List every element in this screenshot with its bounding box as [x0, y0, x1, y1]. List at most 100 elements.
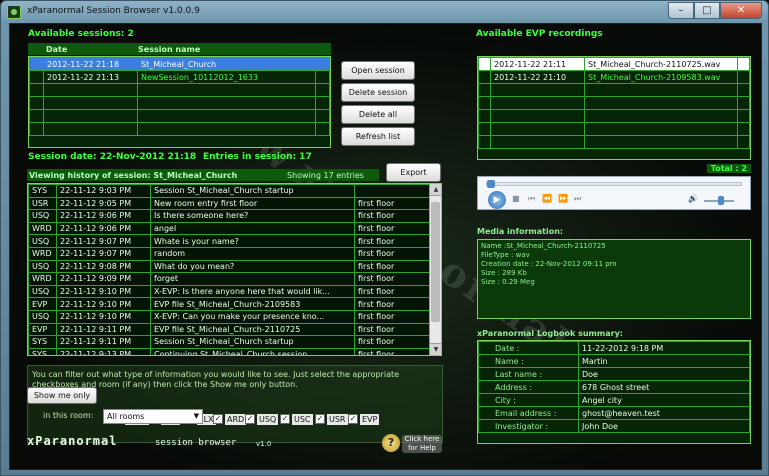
table-row[interactable]: [478, 122, 750, 136]
media-info-line: Size : 289 Kb: [481, 269, 527, 277]
room-select[interactable]: All rooms ▼: [103, 409, 203, 424]
scroll-up-icon[interactable]: ▲: [430, 184, 441, 196]
history-row[interactable]: SYS 22-11-12 9:13 PM Continuing St_Micheal…: [28, 347, 430, 355]
help-button[interactable]: ? Click here for Help: [382, 433, 442, 455]
filter-checkbox-usc[interactable]: ✓ USC: [280, 413, 313, 425]
history-text-cell: X-EVP: Can you make your presence kno...: [150, 309, 355, 324]
stop-icon[interactable]: ■: [512, 194, 520, 203]
history-row[interactable]: USQ 22-11-12 9:10 PM X-EVP: Can you make y…: [28, 309, 430, 324]
previous-icon[interactable]: ⏮: [528, 194, 535, 204]
logbook-value-cell: 11-22-2012 9:18 PM: [578, 341, 750, 355]
row-end: [737, 96, 750, 110]
table-row[interactable]: 2012-11-22 21:18 St_Micheal_Church: [29, 57, 330, 71]
checkbox-check-icon: ✓: [348, 414, 358, 424]
volume-icon[interactable]: 🔊: [688, 194, 698, 203]
logbook-table: Date :11-22-2012 9:18 PM Name : Martin Last…: [478, 341, 750, 433]
table-row[interactable]: [478, 83, 750, 97]
help-label: Click here for Help: [402, 435, 442, 453]
history-row[interactable]: USQ 22-11-12 9:08 PM What do you mean? firs…: [28, 259, 430, 274]
filter-checkbox-ard[interactable]: ✓ ARD: [213, 413, 247, 425]
refresh-list-button[interactable]: Refresh list: [341, 127, 415, 146]
show-me-only-button[interactable]: Show me only: [27, 387, 97, 404]
history-room-cell: first floor: [354, 272, 430, 286]
table-row[interactable]: [29, 122, 330, 136]
logbook-row: Investigator : John Doe: [478, 419, 750, 433]
sessions-column-headers: Date Session name: [28, 43, 331, 55]
history-row[interactable]: SYS 22-11-12 9:03 PM Session St_Micheal_Ch…: [28, 184, 430, 198]
row-end: [315, 83, 330, 97]
history-text-cell: Is there someone here?: [150, 209, 355, 223]
open-session-button[interactable]: Open session: [341, 61, 415, 80]
session-entries-label: Entries in session: 17: [203, 152, 312, 162]
filter-checkbox-usr[interactable]: ✓ USR: [315, 413, 348, 425]
history-row[interactable]: WRD 22-11-12 9:06 PM angel first floor: [28, 221, 430, 236]
table-row[interactable]: 2012-11-22 21:11 St_Micheal_Church-211072…: [478, 57, 750, 71]
table-row[interactable]: [478, 135, 750, 149]
maximize-button[interactable]: □: [694, 2, 720, 19]
delete-session-button[interactable]: Delete session: [341, 83, 415, 102]
history-type-cell: EVP: [28, 322, 57, 337]
history-row[interactable]: USQ 22-11-12 9:10 PM X-EVP: Is there anyon…: [28, 284, 430, 299]
sessions-list[interactable]: 2012-11-22 21:18 St_Micheal_Church 2012-11…: [28, 56, 331, 148]
logbook-row: Name : Martin: [478, 354, 750, 368]
evp-header: Available EVP recordings: [476, 29, 603, 39]
rewind-icon[interactable]: ⏪: [542, 194, 552, 203]
logbook-row: Address :678 Ghost street: [478, 380, 750, 394]
row-end: [315, 122, 330, 136]
filter-checkbox-usq[interactable]: ✓ USQ: [245, 413, 279, 425]
evp-list[interactable]: 2012-11-22 21:11 St_Micheal_Church-211072…: [477, 56, 751, 160]
table-row[interactable]: [29, 83, 330, 97]
seek-knob[interactable]: [487, 180, 495, 188]
title-bar[interactable]: xParanormal Session Browser v1.0.0.9 – □…: [1, 1, 768, 23]
seek-bar[interactable]: [486, 182, 742, 186]
history-time-cell: 22-11-12 9:07 PM: [56, 234, 151, 248]
history-time-cell: 22-11-12 9:06 PM: [56, 221, 151, 236]
session-date-cell: [43, 109, 138, 123]
history-text-cell: Session St_Micheal_Church startup: [150, 335, 355, 349]
logbook-value-cell: ghost@heaven.test: [578, 406, 750, 420]
history-list[interactable]: SYS 22-11-12 9:03 PM Session St_Micheal_Ch…: [27, 183, 442, 356]
table-row[interactable]: [478, 109, 750, 123]
table-row[interactable]: [29, 96, 330, 110]
sessions-header: Available sessions: 2: [28, 29, 134, 39]
table-row[interactable]: [29, 109, 330, 123]
evp-table: 2012-11-22 21:11 St_Micheal_Church-211072…: [478, 57, 750, 149]
room-select-value: All rooms: [107, 412, 145, 421]
history-row[interactable]: EVP 22-11-12 9:10 PM EVP file St_Micheal_C…: [28, 297, 430, 311]
history-scrollbar[interactable]: ▲ ▼: [429, 184, 441, 355]
history-row[interactable]: SYS 22-11-12 9:11 PM Session St_Micheal_Ch…: [28, 335, 430, 349]
history-row[interactable]: WRD 22-11-12 9:07 PM random first floor: [28, 246, 430, 261]
history-row[interactable]: USQ 22-11-12 9:06 PM Is there someone here…: [28, 209, 430, 223]
column-date[interactable]: Date: [28, 45, 118, 54]
play-icon[interactable]: ▶: [488, 191, 506, 209]
scroll-down-icon[interactable]: ▼: [430, 343, 441, 355]
history-type-cell: SYS: [28, 184, 57, 198]
table-row[interactable]: [478, 96, 750, 110]
volume-knob[interactable]: [718, 196, 724, 205]
table-row[interactable]: 2012-11-22 21:10 St_Micheal_Church-210958…: [478, 70, 750, 84]
logbook-row: Date :11-22-2012 9:18 PM: [478, 341, 750, 355]
export-button[interactable]: Export: [386, 163, 441, 182]
history-row[interactable]: USR 22-11-12 9:05 PM New room entry first …: [28, 196, 430, 211]
column-session-name[interactable]: Session name: [118, 45, 200, 54]
delete-all-sessions-button[interactable]: Delete all sessions: [341, 105, 415, 136]
history-type-cell: WRD: [28, 221, 57, 236]
table-row[interactable]: 2012-11-22 21:13 NewSession_10112012_1633: [29, 70, 330, 84]
media-info-line: FileType : wav: [481, 251, 530, 259]
history-row[interactable]: EVP 22-11-12 9:11 PM EVP file St_Micheal_C…: [28, 322, 430, 337]
history-time-cell: 22-11-12 9:10 PM: [56, 284, 151, 299]
session-name-cell: [137, 122, 316, 136]
row-indicator: [29, 83, 44, 97]
minimize-button[interactable]: –: [668, 2, 694, 19]
checkbox-check-icon: ✓: [315, 414, 325, 424]
scroll-thumb[interactable]: [431, 202, 440, 322]
next-icon[interactable]: ⏭: [574, 194, 581, 204]
app-logo-subtitle: session browser: [155, 438, 237, 448]
filter-checkbox-evp[interactable]: ✓ EVP: [348, 413, 380, 425]
history-row[interactable]: USQ 22-11-12 9:07 PM Whate is your name? fi…: [28, 234, 430, 248]
history-row[interactable]: WRD 22-11-12 9:09 PM forget first floor: [28, 272, 430, 286]
row-indicator: [478, 122, 491, 136]
fast-forward-icon[interactable]: ⏩: [558, 194, 568, 203]
history-room-cell: first floor: [354, 259, 430, 274]
close-button[interactable]: ✕: [720, 2, 762, 19]
